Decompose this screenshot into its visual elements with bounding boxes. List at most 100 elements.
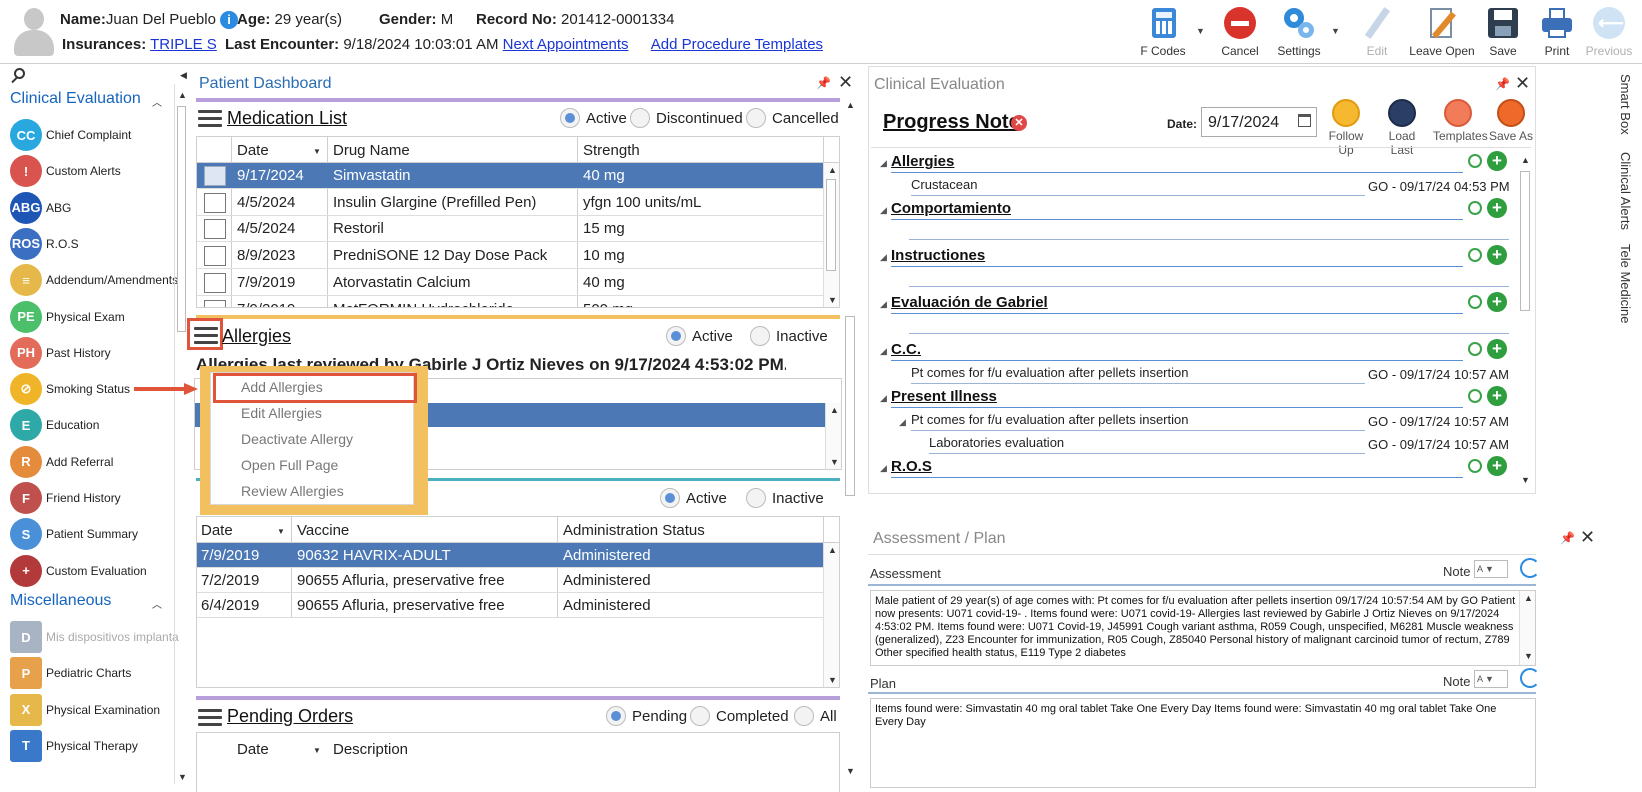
collapse-triangle-icon[interactable]: ◢ [880, 463, 887, 474]
print-button[interactable]: Print [1527, 6, 1587, 58]
section-title[interactable]: C.C. [891, 341, 921, 358]
column-header[interactable]: Strength [583, 142, 640, 159]
add-plus-icon[interactable]: + [1487, 245, 1507, 265]
fcodes-button[interactable]: F Codes [1133, 6, 1193, 58]
pin-icon[interactable]: 📌 [1495, 77, 1510, 91]
sort-dropdown-icon[interactable]: ▼ [313, 746, 321, 755]
close-icon[interactable]: ✕ [1515, 73, 1530, 94]
column-header[interactable]: Administration Status [563, 522, 705, 539]
immunization-active-radio[interactable]: Active [660, 488, 727, 508]
sidebar-item[interactable]: CC Chief Complaint [10, 119, 131, 151]
table-row[interactable]: 9/17/2024 Simvastatin 40 mg [197, 163, 823, 189]
sidebar-item[interactable]: E Education [10, 409, 99, 442]
sidebar-item[interactable]: ⊘ Smoking Status [10, 373, 130, 406]
sidebar-item[interactable]: R Add Referral [10, 445, 113, 478]
sidebar-misc-item[interactable]: P Pediatric Charts [10, 657, 131, 690]
sidebar-misc-item[interactable]: X Physical Examination [10, 693, 160, 726]
section-line-text[interactable]: Pt comes for f/u evaluation after pellet… [911, 412, 1188, 427]
assessment-note-dropdown[interactable]: A ▼ [1474, 560, 1508, 578]
insurance-link[interactable]: TRIPLE S [150, 36, 217, 53]
section-line-text[interactable]: Crustacean [911, 177, 977, 192]
section-title[interactable]: R.O.S [891, 458, 932, 475]
collapse-triangle-icon[interactable]: ◢ [880, 158, 887, 169]
menu-item[interactable]: Deactivate Allergy [241, 431, 353, 447]
add-plus-icon[interactable]: + [1487, 292, 1507, 312]
column-header[interactable]: Description [333, 741, 408, 758]
sidebar-item[interactable]: ROS R.O.S [10, 227, 79, 260]
alarm-clock-icon[interactable] [1468, 248, 1482, 262]
table-row[interactable]: 4/5/2024 Insulin Glargine (Prefilled Pen)… [197, 190, 823, 216]
search-icon[interactable] [10, 68, 28, 86]
plan-note-dropdown[interactable]: A ▼ [1474, 670, 1508, 688]
fcodes-dropdown-icon[interactable]: ▼ [1196, 26, 1205, 36]
sort-dropdown-icon[interactable]: ▼ [277, 527, 285, 536]
add-plus-icon[interactable]: + [1487, 339, 1507, 359]
pending-orders-menu-icon[interactable] [198, 709, 222, 727]
medication-table-scrollbar[interactable]: ▲ ▼ [823, 163, 839, 307]
date-field[interactable]: 9/17/2024 [1201, 107, 1317, 137]
smart-box-tab[interactable]: Smart Box [1618, 74, 1633, 135]
collapse-triangle-icon[interactable]: ◢ [880, 346, 887, 357]
collapse-triangle-icon[interactable]: ◢ [880, 393, 887, 404]
edit-button[interactable]: Edit [1347, 6, 1407, 58]
pending-radio[interactable]: Pending [606, 706, 687, 726]
assessment-textarea[interactable]: Male patient of 29 year(s) of age comes … [870, 590, 1536, 666]
section-title[interactable]: Comportamiento [891, 200, 1011, 217]
medication-menu-icon[interactable] [198, 110, 222, 128]
alarm-clock-icon[interactable] [1468, 295, 1482, 309]
add-plus-icon[interactable]: + [1487, 456, 1507, 476]
miscellaneous-section-title[interactable]: Miscellaneous [10, 592, 111, 610]
medication-cancelled-radio[interactable]: Cancelled [746, 108, 839, 128]
save-as-button[interactable]: Save As [1486, 99, 1536, 143]
sidebar-scrollbar[interactable]: ▲ ▼ [174, 84, 188, 784]
sort-dropdown-icon[interactable]: ▼ [313, 147, 321, 156]
clinical-alerts-tab[interactable]: Clinical Alerts [1618, 152, 1633, 230]
collapse-triangle-icon[interactable]: ◢ [880, 299, 887, 310]
sidebar-item[interactable]: S Patient Summary [10, 518, 138, 551]
section-title[interactable]: Present Illness [891, 388, 997, 405]
alarm-clock-icon[interactable] [1468, 459, 1482, 473]
chevron-up-icon[interactable]: ︿ [152, 596, 162, 611]
row-checkbox[interactable] [204, 299, 226, 307]
menu-item[interactable]: Open Full Page [241, 457, 338, 473]
menu-item[interactable]: Edit Allergies [241, 405, 322, 421]
add-plus-icon[interactable]: + [1487, 198, 1507, 218]
section-title[interactable]: Evaluación de Gabriel [891, 294, 1048, 311]
alarm-clock-icon[interactable] [1468, 389, 1482, 403]
column-header[interactable]: Date [201, 522, 233, 539]
collapse-triangle-icon[interactable]: ◢ [880, 252, 887, 263]
allergies-active-radio[interactable]: Active [666, 326, 733, 346]
sidebar-item[interactable]: ABG ABG [10, 191, 71, 224]
menu-item[interactable]: Review Allergies [241, 483, 344, 499]
collapse-triangle-icon[interactable]: ◢ [899, 417, 906, 428]
menu-item[interactable]: Add Allergies [241, 379, 323, 395]
collapse-sidebar-icon[interactable]: ◀ [180, 70, 187, 81]
clinical-evaluation-section-title[interactable]: Clinical Evaluation [10, 90, 141, 108]
row-checkbox[interactable] [204, 219, 226, 240]
sidebar-item[interactable]: PE Physical Exam [10, 300, 125, 333]
sidebar-item[interactable]: F Friend History [10, 482, 121, 514]
table-row[interactable]: 6/4/2019 90655 Afluria, preservative free… [197, 593, 823, 618]
refresh-icon[interactable] [1520, 668, 1540, 688]
close-icon[interactable]: ✕ [838, 72, 853, 93]
section-title[interactable]: Instructiones [891, 247, 985, 264]
settings-button[interactable]: Settings [1269, 6, 1329, 58]
chevron-up-icon[interactable]: ︿ [152, 94, 162, 109]
column-header[interactable]: Date [237, 142, 269, 159]
row-checkbox[interactable] [204, 272, 226, 293]
immunization-table-scrollbar[interactable]: ▲ ▼ [823, 543, 839, 687]
section-line-text[interactable]: Laboratories evaluation [929, 435, 1064, 450]
column-header[interactable]: Date [237, 741, 269, 758]
alarm-clock-icon[interactable] [1468, 154, 1482, 168]
completed-radio[interactable]: Completed [690, 706, 789, 726]
dashboard-scrollbar[interactable]: ▲ ▼ [842, 96, 858, 792]
close-icon[interactable]: ✕ [1580, 527, 1595, 548]
row-checkbox[interactable] [204, 192, 226, 213]
table-row[interactable]: 8/9/2023 PredniSONE 12 Day Dose Pack 10 mg [197, 243, 823, 270]
pin-icon[interactable]: 📌 [816, 76, 831, 90]
templates-button[interactable]: Templates [1433, 99, 1488, 143]
section-title[interactable]: Allergies [891, 153, 954, 170]
collapse-triangle-icon[interactable]: ◢ [880, 205, 887, 216]
refresh-icon[interactable] [1520, 558, 1540, 578]
plan-textarea[interactable]: Items found were: Simvastatin 40 mg oral… [870, 698, 1536, 788]
